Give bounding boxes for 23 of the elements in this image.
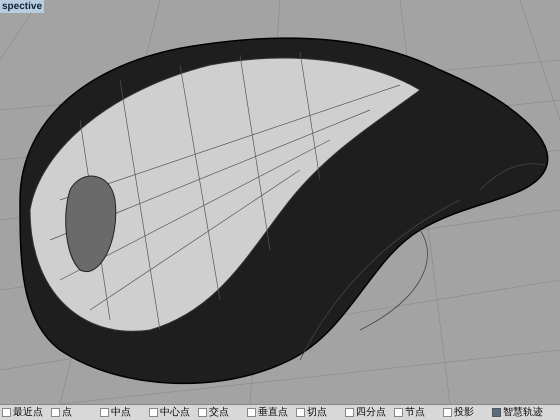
checkbox[interactable] (51, 408, 60, 417)
osnap-label: 节点 (405, 406, 425, 418)
checkbox[interactable] (345, 408, 354, 417)
checkbox[interactable] (296, 408, 305, 417)
osnap-label: 投影 (454, 406, 474, 418)
osnap-label: 垂直点 (258, 406, 288, 418)
checkbox[interactable] (394, 408, 403, 417)
osnap-label: 中心点 (160, 406, 190, 418)
osnap-label: 四分点 (356, 406, 386, 418)
checkbox[interactable] (492, 408, 501, 417)
osnap-label: 交点 (209, 406, 229, 418)
osnap-label: 中点 (111, 406, 131, 418)
checkbox[interactable] (100, 408, 109, 417)
checkbox[interactable] (2, 408, 11, 417)
checkbox[interactable] (247, 408, 256, 417)
osnap-label: 最近点 (13, 406, 43, 418)
checkbox[interactable] (198, 408, 207, 417)
osnap-label: 切点 (307, 406, 327, 418)
osnap-label: 点 (62, 406, 72, 418)
checkbox[interactable] (443, 408, 452, 417)
checkbox[interactable] (149, 408, 158, 417)
viewport-title[interactable]: spective (0, 0, 44, 13)
osnap-label: 智慧轨迹 (503, 406, 543, 418)
